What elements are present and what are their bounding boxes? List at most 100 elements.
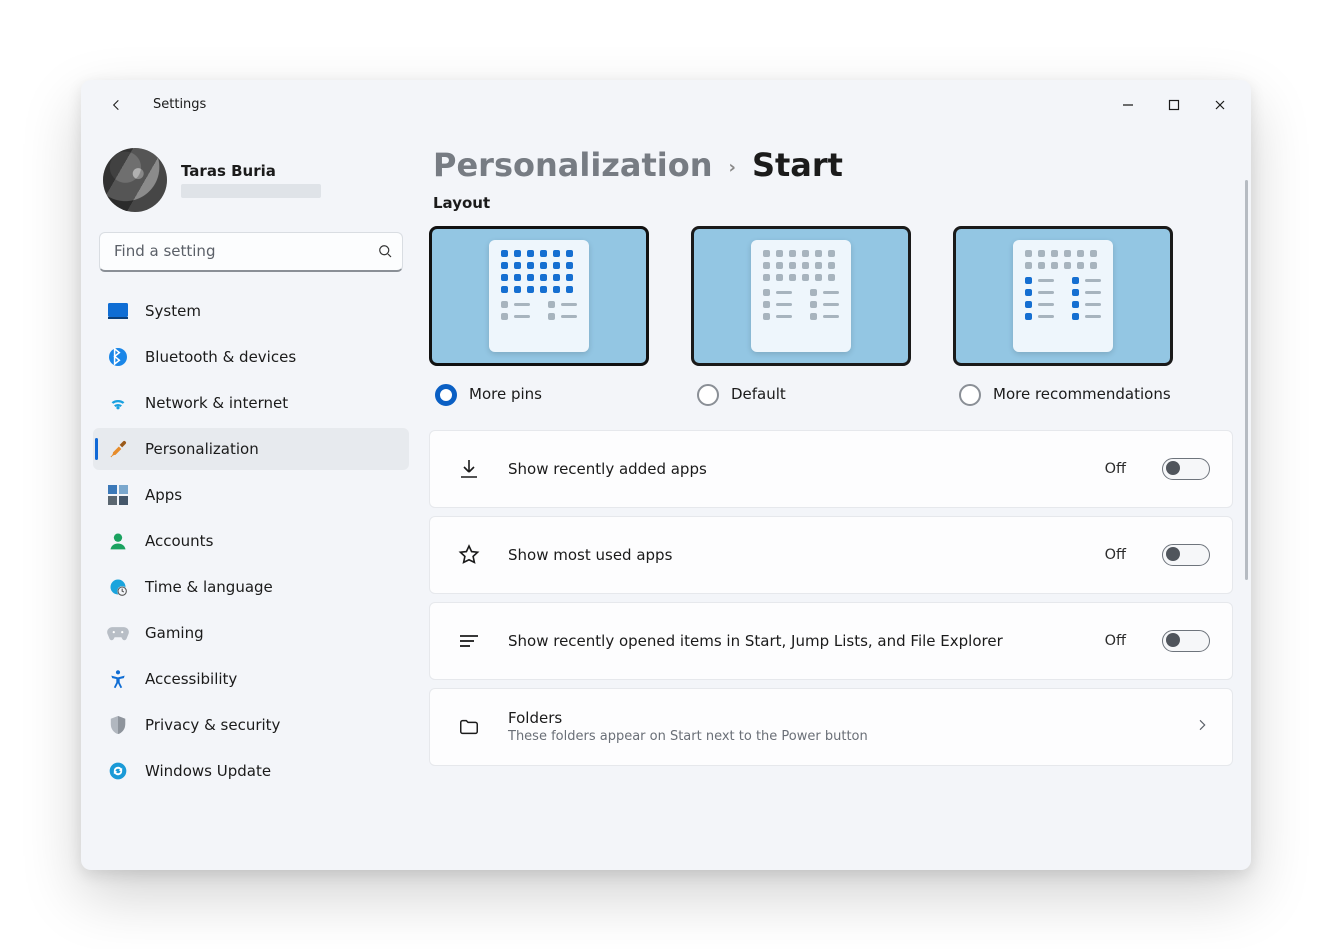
- sidebar-item-bluetooth[interactable]: Bluetooth & devices: [93, 336, 409, 378]
- toggle-knob: [1166, 633, 1180, 647]
- accessibility-icon: [107, 668, 129, 690]
- paintbrush-icon: [107, 438, 129, 460]
- profile-name: Taras Buria: [181, 162, 321, 180]
- chevron-right-icon: ›: [729, 157, 736, 178]
- close-button[interactable]: [1197, 89, 1243, 121]
- gaming-icon: [107, 622, 129, 644]
- radio-more-recommendations[interactable]: More recommendations: [953, 384, 1173, 406]
- sidebar-item-label: Accessibility: [145, 670, 237, 688]
- sidebar-item-gaming[interactable]: Gaming: [93, 612, 409, 654]
- clock-globe-icon: [107, 576, 129, 598]
- profile-email-placeholder: [181, 184, 321, 198]
- scrollbar-thumb[interactable]: [1245, 180, 1248, 580]
- sidebar-item-label: Time & language: [145, 578, 273, 596]
- minimize-button[interactable]: [1105, 89, 1151, 121]
- list-icon: [456, 628, 482, 654]
- nav: System Bluetooth & devices Network & int…: [93, 290, 409, 792]
- settings-window: Settings Taras Buria: [81, 80, 1251, 870]
- radio-indicator: [697, 384, 719, 406]
- sidebar-item-time-language[interactable]: Time & language: [93, 566, 409, 608]
- shield-icon: [107, 714, 129, 736]
- back-button[interactable]: [101, 89, 133, 121]
- section-label-layout: Layout: [433, 194, 1233, 212]
- sidebar-item-label: Network & internet: [145, 394, 288, 412]
- window-title: Settings: [153, 97, 206, 112]
- sidebar-item-apps[interactable]: Apps: [93, 474, 409, 516]
- close-icon: [1214, 99, 1226, 111]
- sidebar-item-accounts[interactable]: Accounts: [93, 520, 409, 562]
- search-icon: [376, 242, 394, 260]
- search-input[interactable]: [114, 242, 376, 260]
- layout-preview: [489, 240, 589, 352]
- toggle-recent-items[interactable]: [1162, 630, 1210, 652]
- body: Taras Buria System Bluetooth & devices: [81, 130, 1251, 870]
- wifi-icon: [107, 392, 129, 414]
- folder-icon: [456, 714, 482, 740]
- toggle-recently-added[interactable]: [1162, 458, 1210, 480]
- avatar: [103, 148, 167, 212]
- sidebar-item-label: System: [145, 302, 201, 320]
- radio-label: More pins: [469, 384, 542, 404]
- accounts-icon: [107, 530, 129, 552]
- download-icon: [456, 456, 482, 482]
- search-box[interactable]: [99, 232, 403, 272]
- radio-indicator: [435, 384, 457, 406]
- sidebar-item-label: Personalization: [145, 440, 259, 458]
- sidebar-item-personalization[interactable]: Personalization: [93, 428, 409, 470]
- maximize-button[interactable]: [1151, 89, 1197, 121]
- layout-preview: [1013, 240, 1113, 352]
- toggle-state-label: Off: [1105, 633, 1126, 649]
- radio-indicator: [959, 384, 981, 406]
- setting-title: Show recently opened items in Start, Jum…: [508, 632, 1079, 650]
- toggle-state-label: Off: [1105, 461, 1126, 477]
- sidebar-item-label: Apps: [145, 486, 182, 504]
- sidebar-item-system[interactable]: System: [93, 290, 409, 332]
- toggle-knob: [1166, 547, 1180, 561]
- star-icon: [456, 542, 482, 568]
- sidebar-item-label: Windows Update: [145, 762, 271, 780]
- update-icon: [107, 760, 129, 782]
- settings-list: Show recently added apps Off Show most u…: [429, 430, 1233, 766]
- sidebar-item-network[interactable]: Network & internet: [93, 382, 409, 424]
- setting-recent-items: Show recently opened items in Start, Jum…: [429, 602, 1233, 680]
- profile-block[interactable]: Taras Buria: [93, 140, 409, 226]
- scrollbar[interactable]: [1245, 180, 1249, 720]
- profile-text: Taras Buria: [181, 162, 321, 198]
- window-controls: [1105, 89, 1243, 121]
- breadcrumb-parent[interactable]: Personalization: [433, 146, 713, 184]
- sidebar-item-label: Gaming: [145, 624, 204, 642]
- breadcrumb-current: Start: [752, 146, 843, 184]
- radio-more-pins[interactable]: More pins: [429, 384, 649, 406]
- titlebar: Settings: [81, 80, 1251, 130]
- minimize-icon: [1122, 99, 1134, 111]
- radio-label: Default: [731, 384, 786, 404]
- sidebar-item-privacy[interactable]: Privacy & security: [93, 704, 409, 746]
- system-icon: [107, 300, 129, 322]
- sidebar-item-label: Bluetooth & devices: [145, 348, 296, 366]
- radio-default[interactable]: Default: [691, 384, 911, 406]
- setting-title: Show recently added apps: [508, 460, 1079, 478]
- chevron-right-icon: [1194, 717, 1210, 737]
- setting-title: Show most used apps: [508, 546, 1079, 564]
- sidebar: Taras Buria System Bluetooth & devices: [81, 130, 421, 870]
- setting-recently-added: Show recently added apps Off: [429, 430, 1233, 508]
- setting-subtitle: These folders appear on Start next to th…: [508, 729, 1168, 744]
- main-content: Personalization › Start Layout: [421, 130, 1251, 870]
- toggle-most-used[interactable]: [1162, 544, 1210, 566]
- setting-title: Folders: [508, 709, 1168, 727]
- sidebar-item-accessibility[interactable]: Accessibility: [93, 658, 409, 700]
- apps-icon: [107, 484, 129, 506]
- layout-option-more-pins[interactable]: [429, 226, 649, 366]
- sidebar-item-label: Privacy & security: [145, 716, 280, 734]
- layout-radio-group: More pins Default More recommendations: [429, 384, 1233, 406]
- toggle-knob: [1166, 461, 1180, 475]
- layout-option-default[interactable]: [691, 226, 911, 366]
- setting-most-used: Show most used apps Off: [429, 516, 1233, 594]
- sidebar-item-label: Accounts: [145, 532, 213, 550]
- setting-folders[interactable]: Folders These folders appear on Start ne…: [429, 688, 1233, 766]
- radio-label: More recommendations: [993, 384, 1171, 404]
- sidebar-item-windows-update[interactable]: Windows Update: [93, 750, 409, 792]
- layout-preview: [751, 240, 851, 352]
- layout-option-more-recommendations[interactable]: [953, 226, 1173, 366]
- maximize-icon: [1168, 99, 1180, 111]
